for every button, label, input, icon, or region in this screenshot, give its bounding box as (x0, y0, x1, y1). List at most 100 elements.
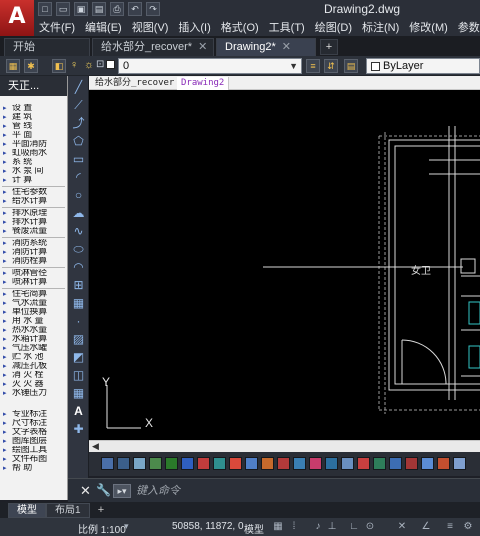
panel-item[interactable]: 水箱计算 (0, 335, 67, 344)
panel-item[interactable]: 文字表格 (0, 428, 67, 437)
app-logo-button[interactable]: A (0, 0, 34, 36)
panel-item[interactable]: 水锤压力 (0, 389, 67, 398)
revcloud-icon[interactable]: ☁ (71, 206, 86, 221)
panel-item[interactable]: 专业标注 (0, 410, 67, 419)
tool-icon[interactable] (117, 457, 130, 470)
tool-icon[interactable] (325, 457, 338, 470)
layer-manager-icon[interactable]: ▦ (6, 59, 20, 73)
tool-icon[interactable] (197, 457, 210, 470)
tool-icon[interactable] (277, 457, 290, 470)
panel-item[interactable]: 住宅简算 (0, 290, 67, 299)
print-icon[interactable]: ⎙ (110, 2, 124, 16)
tool-icon[interactable] (421, 457, 434, 470)
table-icon[interactable]: ▦ (71, 386, 86, 401)
drawing-tab[interactable]: 给水部分_recover (91, 77, 180, 90)
spline-icon[interactable]: ∿ (71, 224, 86, 239)
panel-item[interactable]: 喷淋管径 (0, 269, 67, 278)
panel-item[interactable]: 系 统 (0, 158, 67, 167)
panel-item[interactable]: 虹吸雨水 (0, 149, 67, 158)
panel-item[interactable]: 消防计算 (0, 248, 67, 257)
tab-recover[interactable]: 给水部分_recover* ✕ (92, 38, 214, 56)
layer-state-icon[interactable]: ✱ (24, 59, 38, 73)
tool-icon[interactable] (181, 457, 194, 470)
properties-icon[interactable]: ▤ (344, 59, 358, 73)
panel-item[interactable]: 气压水罐 (0, 344, 67, 353)
tool-icon[interactable] (405, 457, 418, 470)
tool-icon[interactable] (149, 457, 162, 470)
gradient-icon[interactable]: ◩ (71, 350, 86, 365)
layer-dropdown[interactable]: 0 ▼ (118, 58, 302, 74)
panel-item[interactable]: 贮 水 池 (0, 353, 67, 362)
ellipse-arc-icon[interactable]: ◠ (71, 260, 86, 275)
arc-icon[interactable]: ◜ (71, 170, 86, 185)
tab-start[interactable]: 开始 (4, 38, 90, 56)
panel-item[interactable]: 餐废流量 (0, 227, 67, 236)
new-file-icon[interactable]: □ (38, 2, 52, 16)
panel-item[interactable]: 单位换算 (0, 308, 67, 317)
panel-item[interactable]: 用 水 量 (0, 317, 67, 326)
scroll-left-icon[interactable]: ◀ (92, 441, 99, 452)
new-tab-button[interactable]: + (320, 39, 338, 55)
menu-insert[interactable]: 插入(I) (173, 19, 215, 35)
close-icon[interactable]: ✕ (80, 483, 91, 499)
sun-icon[interactable]: ☼ (84, 59, 94, 71)
add-selected-icon[interactable]: ✚ (71, 422, 86, 437)
region-icon[interactable]: ◫ (71, 368, 86, 383)
panel-item[interactable]: 文件布图 (0, 455, 67, 464)
panel-item[interactable]: 平 面 (0, 131, 67, 140)
model-space-toggle[interactable]: 模型 (244, 521, 264, 536)
menu-modify[interactable]: 修改(M) (404, 19, 453, 35)
polyline-icon[interactable]: ⤴ (71, 116, 86, 131)
tool-icon[interactable] (101, 457, 114, 470)
polar-tracking-icon[interactable]: ⊙ (364, 521, 376, 533)
ortho-icon[interactable]: ∟ (348, 521, 360, 533)
menu-file[interactable]: 文件(F) (34, 19, 80, 35)
tab-drawing2[interactable]: Drawing2* ✕ (216, 38, 316, 56)
panel-header[interactable]: 天正... (0, 76, 67, 96)
recent-commands-button[interactable]: ▸▾ (113, 484, 131, 498)
panel-item[interactable]: 热水水量 (0, 326, 67, 335)
make-current-icon[interactable]: ◧ (52, 59, 66, 73)
infer-constraints-icon[interactable]: ⊥ (326, 521, 338, 533)
settings-icon[interactable]: ⚙ (462, 521, 474, 533)
scale-readout[interactable]: 比例 1:100 (78, 521, 126, 536)
chevron-down-icon[interactable]: ▾ (124, 521, 129, 532)
tool-icon[interactable] (133, 457, 146, 470)
panel-item[interactable]: 气水流量 (0, 299, 67, 308)
object-snap-tracking-icon[interactable]: ∠ (420, 521, 432, 533)
open-file-icon[interactable]: ▭ (56, 2, 70, 16)
drawing-canvas[interactable]: 女卫 X Y (89, 90, 480, 440)
tool-icon[interactable] (165, 457, 178, 470)
polygon-icon[interactable]: ⬠ (71, 134, 86, 149)
tool-icon[interactable] (389, 457, 402, 470)
add-layout-button[interactable]: + (94, 504, 108, 517)
close-icon[interactable]: ✕ (282, 41, 291, 53)
menu-edit[interactable]: 编辑(E) (80, 19, 127, 35)
tool-icon[interactable] (453, 457, 466, 470)
panel-item[interactable]: 减压孔板 (0, 362, 67, 371)
snap-icon[interactable]: ⁞ (288, 521, 300, 533)
tool-icon[interactable] (437, 457, 450, 470)
tool-icon[interactable] (341, 457, 354, 470)
panel-item[interactable]: 建 筑 (0, 113, 67, 122)
panel-item[interactable]: 消防系统 (0, 239, 67, 248)
panel-item[interactable]: 给水计算 (0, 197, 67, 206)
lightbulb-icon[interactable]: ♀ (70, 59, 78, 71)
tool-icon[interactable] (245, 457, 258, 470)
panel-item[interactable]: 排水计算 (0, 218, 67, 227)
tool-icon[interactable] (213, 457, 226, 470)
wrench-icon[interactable]: 🔧 (96, 483, 111, 497)
multiline-text-icon[interactable]: A (71, 404, 86, 419)
panel-item[interactable]: 图库图层 (0, 437, 67, 446)
close-icon[interactable]: ✕ (198, 41, 207, 53)
lineweight-icon[interactable]: ≡ (444, 521, 456, 533)
drawing-tab-active[interactable]: Drawing2 (177, 77, 230, 90)
menu-parametric[interactable]: 参数 (453, 19, 480, 35)
panel-item[interactable]: 设 置 (0, 104, 67, 113)
tab-layout1[interactable]: 布局1 (46, 503, 90, 518)
menu-view[interactable]: 视图(V) (127, 19, 174, 35)
point-icon[interactable]: · (71, 314, 86, 329)
panel-item[interactable]: 管 线 (0, 122, 67, 131)
tab-model[interactable]: 模型 (8, 503, 46, 518)
redo-icon[interactable]: ↷ (146, 2, 160, 16)
